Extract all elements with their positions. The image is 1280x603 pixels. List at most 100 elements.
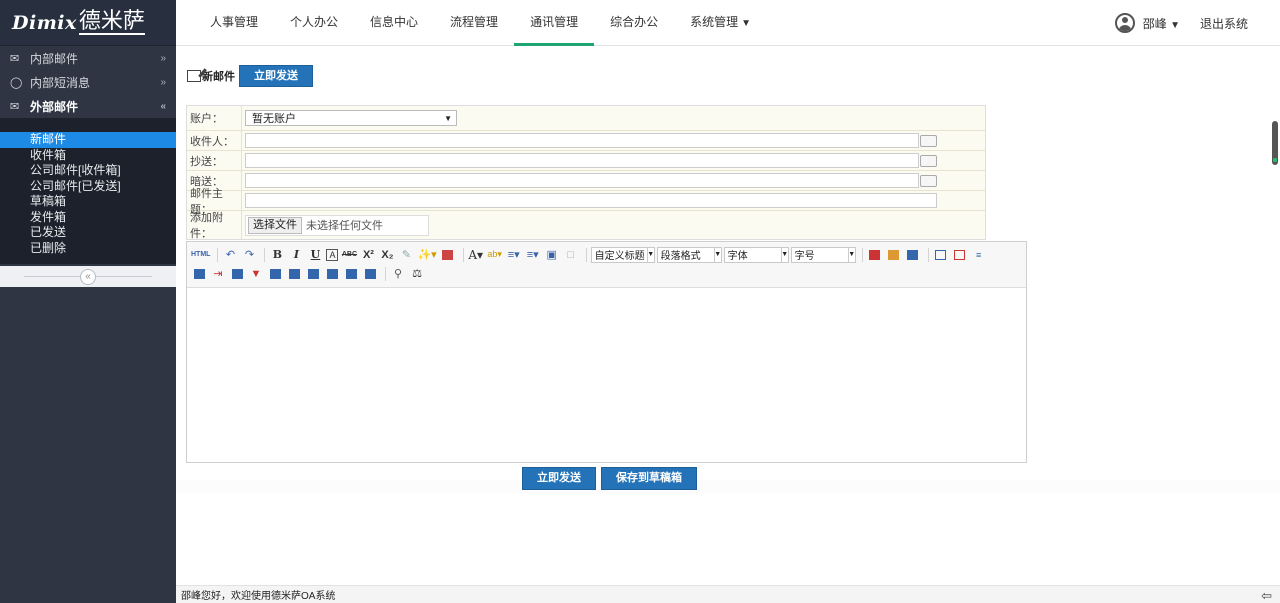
merge-cells-icon[interactable] [305,266,321,282]
merge-down-icon[interactable] [362,266,378,282]
menu-group-internal-mail[interactable]: ✉ 内部邮件 » [0,46,176,70]
chevron-down-icon: ▼ [847,247,855,262]
sidebar-item-new-mail[interactable]: 新邮件 [0,132,176,148]
scrollbar-thumb[interactable] [1272,121,1278,165]
tab-system-admin[interactable]: 系统管理 ▼ [674,0,767,46]
html-source-button[interactable]: HTML [191,247,210,263]
menu-group-external-mail[interactable]: ✉ 外部邮件 « [0,94,176,118]
to-value-cell [242,131,985,150]
sidebar-item-company-inbox[interactable]: 公司邮件[收件箱] [0,163,176,179]
separator [217,247,219,262]
delete-row-icon[interactable] [267,266,283,282]
insert-column-right-icon[interactable]: ▼ [248,266,264,282]
insert-table-icon[interactable] [933,247,949,263]
back-arrow-icon[interactable]: ⇦ [1261,588,1272,603]
toolbar-row-2: ⇥ ▼ ⚲ ⚖ [191,264,1022,283]
font-family-dropdown[interactable]: 字体 ▼ [723,246,789,263]
insert-row-below-icon[interactable]: ⇥ [210,266,226,282]
logout-link[interactable]: 退出系统 [1200,15,1248,32]
paragraph-format-dropdown[interactable]: 段落格式 ▼ [656,246,722,263]
send-now-button[interactable]: 立即发送 [522,467,596,490]
file-status: 未选择任何文件 [306,220,383,232]
sidebar-item-company-sent[interactable]: 公司邮件[已发送] [0,179,176,195]
bcc-value-cell [242,171,985,190]
collapse-sidebar-button[interactable]: « [80,269,96,285]
cc-input[interactable] [245,153,919,168]
dropdown-label: 字号 [794,251,815,262]
account-selected-value: 暂无账户 [252,113,296,125]
split-cells-icon[interactable] [324,266,340,282]
table-delete-icon[interactable] [952,247,968,263]
choose-file-button[interactable]: 选择文件 [248,216,302,234]
editor-body[interactable] [187,288,1026,462]
format-brush-icon[interactable]: ✨▾ [417,247,436,263]
insert-row-above-icon[interactable] [191,266,207,282]
redo-icon[interactable]: ↷ [241,247,257,263]
account-value-cell: 暂无账户 ▼ [242,106,985,130]
undo-icon[interactable]: ↶ [222,247,238,263]
separator [385,266,386,281]
insert-image-icon[interactable] [867,247,883,263]
subject-input[interactable] [245,193,937,208]
ordered-list-icon[interactable]: ≡▾ [506,247,522,263]
underline-icon[interactable]: U [307,247,323,263]
contact-picker-button[interactable] [920,134,937,147]
contact-picker-button[interactable] [920,154,937,167]
sidebar-item-outbox[interactable]: 发件箱 [0,210,176,226]
sidebar-item-sent[interactable]: 已发送 [0,225,176,241]
send-now-top-button[interactable]: 立即发送 [239,65,313,87]
envelope-filled-icon: ✉ [10,100,20,113]
font-color-icon[interactable]: A▾ [468,247,484,263]
sidebar-item-deleted[interactable]: 已删除 [0,241,176,257]
strikethrough-icon[interactable]: ABC [341,247,357,263]
delete-column-icon[interactable] [286,266,302,282]
dropdown-label: 段落格式 [660,251,701,262]
italic-icon[interactable]: I [288,247,304,263]
eraser-icon[interactable]: ✎ [398,247,414,263]
subscript-icon[interactable]: X₂ [379,247,395,263]
paste-word-icon[interactable] [440,247,456,263]
unordered-list-icon[interactable]: ≡▾ [525,247,541,263]
custom-heading-dropdown[interactable]: 自定义标题 ▼ [590,246,655,263]
search-icon[interactable]: ⚲ [390,266,406,282]
tab-info-center[interactable]: 信息中心 [354,0,434,46]
select-all-icon[interactable]: ▣ [544,247,560,263]
file-input: 选择文件 未选择任何文件 [245,214,429,236]
tab-general-office[interactable]: 综合办公 [594,0,674,46]
tab-workflow[interactable]: 流程管理 [434,0,514,46]
to-input[interactable] [245,133,919,148]
bcc-input[interactable] [245,173,919,188]
expand-arrow-icon: » [160,52,166,64]
user-name: 邵峰 [1142,16,1167,31]
user-area: 邵峰 ▼ 退出系统 [1114,0,1248,46]
find-replace-icon[interactable]: ⚖ [409,266,425,282]
account-select[interactable]: 暂无账户 ▼ [245,110,457,126]
user-menu[interactable]: 邵峰 ▼ [1143,15,1180,32]
sidebar-item-drafts[interactable]: 草稿箱 [0,194,176,210]
clear-doc-icon[interactable]: □ [563,247,579,263]
highlight-color-icon[interactable]: ab▾ [487,247,503,263]
tab-communication[interactable]: 通讯管理 [514,0,595,46]
font-border-icon[interactable]: A [326,248,339,261]
tab-hr[interactable]: 人事管理 [194,0,274,46]
form-row-cc: 抄送： [187,151,985,171]
sidebar-item-inbox[interactable]: 收件箱 [0,148,176,164]
bold-icon[interactable]: B [269,247,285,263]
chat-bubble-icon: ◯ [10,76,23,89]
superscript-icon[interactable]: X² [360,247,376,263]
caret-down-icon: ▼ [1170,19,1180,31]
merge-right-icon[interactable] [343,266,359,282]
table-caption-icon[interactable]: ≡ [971,247,987,263]
top-nav-bar: 人事管理 个人办公 信息中心 流程管理 通讯管理 综合办公 系统管理 ▼ 邵峰 ▼… [176,0,1280,46]
font-size-dropdown[interactable]: 字号 ▼ [790,246,856,263]
save-draft-button[interactable]: 保存到草稿箱 [601,467,697,490]
insert-media-icon[interactable] [886,247,902,263]
tab-personal-office[interactable]: 个人办公 [274,0,354,46]
contact-picker-button[interactable] [920,174,937,187]
insert-attachment-icon[interactable] [905,247,921,263]
insert-column-left-icon[interactable] [229,266,245,282]
menu-group-internal-message[interactable]: ◯ 内部短消息 » [0,70,176,94]
form-row-account: 账户： 暂无账户 ▼ [187,106,985,131]
separator [861,247,863,262]
separator [264,247,266,262]
